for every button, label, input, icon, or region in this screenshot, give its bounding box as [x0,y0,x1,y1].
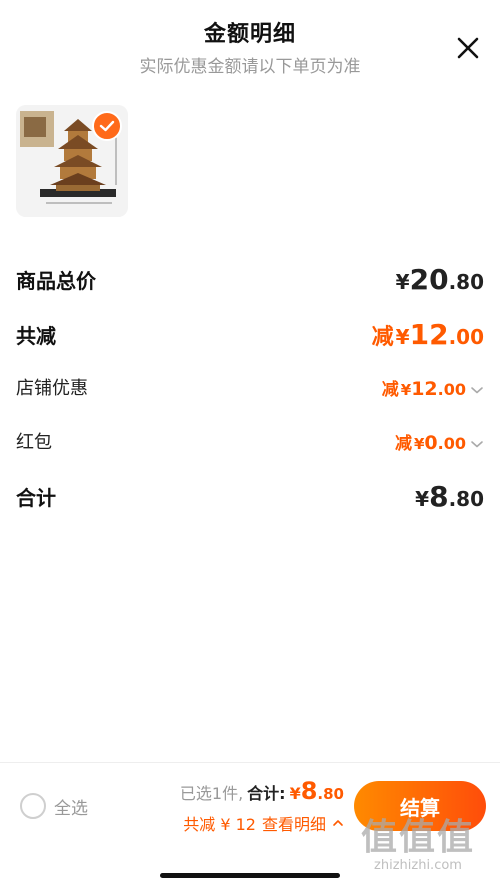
currency-symbol: ¥ [413,434,425,453]
home-indicator[interactable] [160,873,340,878]
discount-prefix: 减 [381,379,399,400]
view-details-label[interactable]: 查看明细 [262,811,326,835]
watermark-logo: 值值值 [360,817,475,858]
total-label: 合计: [247,784,286,803]
sheet-title: 金额明细 [203,22,296,47]
summary-total-line: 已选1件, 合计: ¥ 8 .80 [180,777,344,805]
view-details-toggle[interactable]: 共减 ¥ 12 查看明细 [180,811,344,835]
amount-decimal: .00 [437,379,466,399]
store-discount-row[interactable]: 店铺优惠 减 ¥ 12 .00 [16,370,484,404]
product-thumbnail[interactable] [16,105,128,217]
goods-total-label: 商品总价 [16,268,96,293]
sheet-subtitle: 实际优惠金额请以下单页为准 [139,57,361,77]
check-icon [99,120,115,132]
amount-integer: 8 [300,777,318,805]
discount-summary: 共减 ¥ 12 [183,815,256,834]
amount-details-sheet: 金额明细 实际优惠金额请以下单页为准 商品总价 ¥ 20 .80 共减 减 ¥ … [0,0,500,888]
store-discount-amount[interactable]: 减 ¥ 12 .00 [382,375,484,400]
amount-decimal: .80 [317,785,344,803]
select-all-toggle[interactable]: 全选 [20,793,88,819]
currency-symbol: ¥ [395,324,410,349]
chevron-down-icon[interactable] [470,439,484,449]
red-packet-amount[interactable]: 减 ¥ 0 .00 [395,429,484,454]
amount-integer: 0 [424,431,438,454]
total-discount-amount: 减 ¥ 12 .00 [372,318,484,351]
grand-total-amount: ¥ 8 .80 [415,480,484,513]
amount-decimal: .00 [448,324,484,349]
selected-check-badge[interactable] [92,111,122,141]
watermark-url: zhizhizhi.com [374,858,462,873]
order-summary: 已选1件, 合计: ¥ 8 .80 共减 ¥ 12 查看明细 [180,777,344,835]
red-packet-row[interactable]: 红包 减 ¥ 0 .00 [16,424,484,458]
grand-total-label: 合计 [16,485,56,510]
sheet-header: 金额明细 实际优惠金额请以下单页为准 [0,16,500,77]
currency-symbol: ¥ [395,269,410,294]
watermark: 值值值 zhizhizhi.com [344,808,492,873]
discount-prefix: 减 [394,433,412,454]
chevron-up-icon[interactable] [332,818,344,828]
discount-prefix: 减 [371,324,394,350]
total-discount-row: 共减 减 ¥ 12 .00 [16,317,484,351]
chevron-down-icon[interactable] [470,385,484,395]
currency-symbol: ¥ [400,380,412,399]
goods-total-amount: ¥ 20 .80 [396,263,484,296]
close-button[interactable] [454,34,482,62]
amount-decimal: .80 [448,269,484,294]
total-amount: ¥ 8 .80 [290,777,344,805]
amount-decimal: .80 [448,486,484,511]
currency-symbol: ¥ [415,486,430,511]
goods-total-row: 商品总价 ¥ 20 .80 [16,262,484,296]
select-all-label: 全选 [54,798,88,819]
selected-count: 已选1件, [179,784,244,803]
total-discount-label: 共减 [16,323,56,348]
amount-integer: 12 [411,377,438,400]
red-packet-label: 红包 [16,432,52,453]
amount-integer: 8 [429,479,449,513]
store-discount-label: 店铺优惠 [16,378,88,399]
grand-total-row: 合计 ¥ 8 .80 [16,479,484,513]
amount-integer: 12 [409,317,449,351]
currency-symbol: ¥ [289,784,301,803]
select-all-radio[interactable] [20,793,46,819]
amount-integer: 20 [409,262,449,296]
close-icon [457,37,479,59]
amount-decimal: .00 [437,433,466,453]
